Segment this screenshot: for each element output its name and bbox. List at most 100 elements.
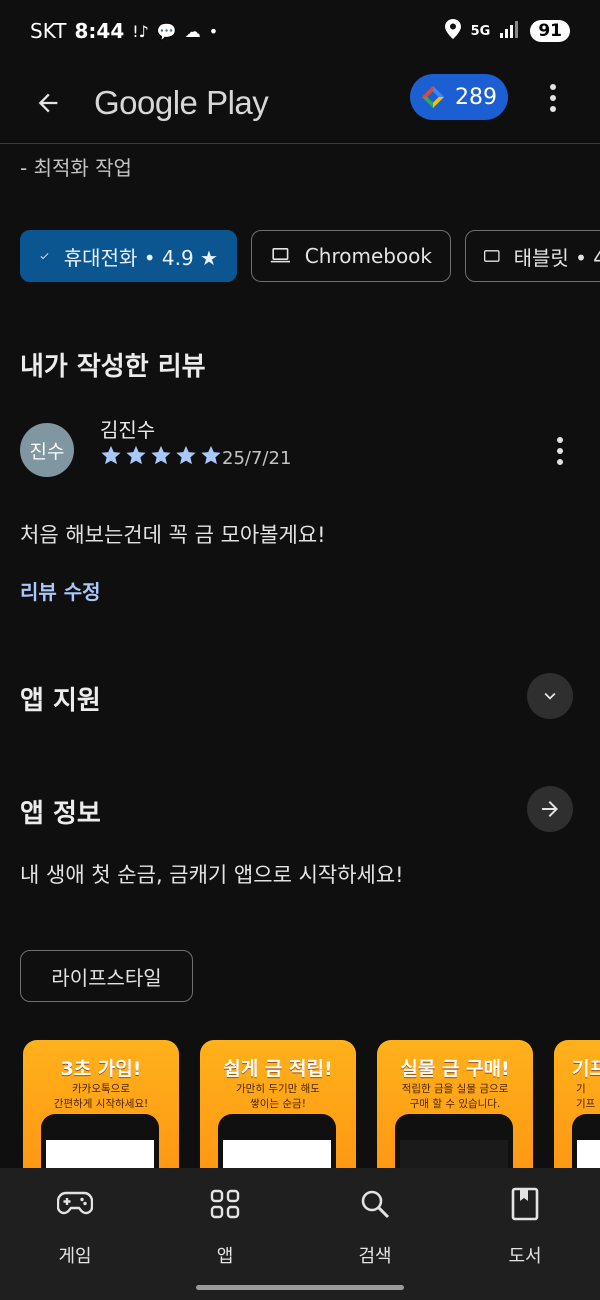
- signal-icon: [500, 20, 520, 42]
- clock: 8:44: [74, 19, 125, 43]
- app-description: 내 생애 첫 순금, 금캐기 앱으로 시작하세요!: [20, 863, 404, 887]
- screenshot-phone-mockup: [218, 1114, 336, 1170]
- screenshot-card[interactable]: 기프 기 기프: [554, 1040, 600, 1170]
- whats-new-line: - 최적화 작업: [20, 156, 132, 180]
- more-vert-icon-dot: [557, 459, 563, 465]
- screenshot-subtitle-line: 쌓이는 순금!: [250, 1098, 306, 1110]
- arrow-left-icon: [38, 93, 58, 112]
- review-date: 25/7/21: [222, 448, 292, 469]
- nav-apps-label: 앱: [216, 1246, 234, 1267]
- nav-search[interactable]: 검색: [325, 1184, 425, 1268]
- screenshot-title: 3초 가입!: [60, 1058, 142, 1080]
- screenshot-phone-screen: [400, 1140, 508, 1170]
- rating-stars: [100, 444, 222, 466]
- notification-icon: !♪: [132, 21, 149, 41]
- screenshot-title: 기프: [572, 1058, 600, 1080]
- star-icon: [151, 445, 171, 465]
- check-icon: [40, 253, 49, 260]
- avatar: 진수: [20, 423, 74, 477]
- laptop-icon: [270, 248, 290, 263]
- play-points-button[interactable]: 289: [410, 74, 508, 120]
- avatar-text: 진수: [29, 440, 65, 463]
- book-icon: [511, 1187, 539, 1221]
- star-icon: [176, 445, 196, 465]
- more-options-button[interactable]: [538, 76, 568, 120]
- reviewer-name: 김진수: [100, 418, 156, 442]
- star-icon: [126, 445, 146, 465]
- app-info-heading: 앱 정보: [20, 799, 101, 829]
- screenshot-subtitle-line: 적립한 금을 실물 금으로: [401, 1083, 509, 1095]
- screenshot-subtitle: 가만히 두기만 해도쌓이는 순금!: [200, 1082, 356, 1112]
- network-type: 5G: [470, 23, 491, 39]
- screenshot-subtitle: 적립한 금을 실물 금으로구매 할 수 있습니다.: [377, 1082, 533, 1112]
- screenshot-subtitle-line: 카카오톡으로: [72, 1083, 130, 1095]
- app-info-button[interactable]: [527, 786, 573, 832]
- screenshot-title: 실물 금 구매!: [400, 1058, 510, 1080]
- carrier-label: SKT: [30, 19, 67, 43]
- app-title: Google Play: [94, 83, 269, 121]
- screenshot-subtitle-line: 구매 할 수 있습니다.: [409, 1098, 501, 1110]
- app-bar: Google Play 289: [0, 62, 600, 144]
- talk-icon: 💬: [156, 21, 177, 41]
- edit-review-link[interactable]: 리뷰 수정: [20, 576, 101, 605]
- screenshot-card[interactable]: 쉽게 금 적립! 가만히 두기만 해도쌓이는 순금!: [200, 1040, 356, 1170]
- battery-level: 91: [530, 20, 570, 42]
- app-support-expand-button[interactable]: [527, 673, 573, 719]
- my-review-heading: 내가 작성한 리뷰: [20, 352, 206, 382]
- more-notifications-icon: •: [208, 21, 219, 41]
- gamepad-icon: [57, 1191, 93, 1215]
- more-vert-icon: [550, 84, 556, 90]
- screenshot-phone-mockup: [41, 1114, 159, 1170]
- screenshot-phone-screen: [46, 1140, 154, 1170]
- screenshot-subtitle-line: 간편하게 시작하세요!: [53, 1098, 149, 1110]
- location-icon: [444, 19, 461, 43]
- star-icon: [201, 445, 221, 465]
- back-button[interactable]: [24, 79, 72, 127]
- star-icon: [101, 445, 121, 465]
- nav-games-label: 게임: [58, 1246, 92, 1267]
- more-vert-icon-dot: [557, 448, 563, 454]
- apps-grid-icon: [210, 1189, 240, 1219]
- screenshot-card[interactable]: 3초 가입! 카카오톡으로간편하게 시작하세요!: [23, 1040, 179, 1170]
- chip-chromebook[interactable]: Chromebook: [251, 230, 451, 282]
- play-points-icon: [422, 86, 444, 108]
- points-count: 289: [455, 84, 497, 110]
- screenshot-phone-mockup: [395, 1114, 513, 1170]
- screenshot-title: 쉽게 금 적립!: [223, 1058, 333, 1080]
- arrow-right-icon: [542, 801, 558, 817]
- category-chip[interactable]: 라이프스타일: [20, 950, 193, 1002]
- app-support-heading: 앱 지원: [20, 686, 101, 716]
- chevron-down-icon: [544, 692, 556, 700]
- search-icon: [361, 1190, 390, 1219]
- nav-search-label: 검색: [358, 1246, 392, 1267]
- home-indicator[interactable]: [196, 1285, 404, 1290]
- nav-games[interactable]: 게임: [25, 1184, 125, 1268]
- screenshot-phone-screen: [577, 1140, 600, 1170]
- screenshot-subtitle: 기기프: [554, 1082, 600, 1112]
- chip-tablet[interactable]: 태블릿 • 4: [465, 230, 600, 282]
- more-vert-icon-dot: [550, 95, 556, 101]
- nav-books-label: 도서: [508, 1246, 542, 1267]
- more-vert-icon-dot: [550, 106, 556, 112]
- chip-phone[interactable]: 휴대전화 • 4.9 ★: [20, 230, 237, 282]
- bottom-navigation: 게임 앱 검색 도서: [0, 1168, 600, 1300]
- screenshot-subtitle: 카카오톡으로간편하게 시작하세요!: [23, 1082, 179, 1112]
- tablet-icon: [484, 250, 500, 262]
- screenshot-card[interactable]: 실물 금 구매! 적립한 금을 실물 금으로구매 할 수 있습니다.: [377, 1040, 533, 1170]
- screenshot-phone-mockup: [572, 1114, 600, 1170]
- cloud-icon: ☁: [184, 21, 201, 41]
- review-text: 처음 해보는건데 꼭 금 모아볼게요!: [20, 523, 326, 547]
- screenshot-subtitle-line: 기: [576, 1083, 586, 1095]
- screenshot-subtitle-line: 가만히 두기만 해도: [236, 1083, 320, 1095]
- nav-books[interactable]: 도서: [475, 1184, 575, 1268]
- review-options-button[interactable]: [545, 433, 575, 469]
- chip-chromebook-label: Chromebook: [304, 244, 432, 268]
- screenshot-phone-screen: [223, 1140, 331, 1170]
- chip-tablet-label: 태블릿 • 4: [513, 245, 600, 270]
- screenshot-carousel[interactable]: 3초 가입! 카카오톡으로간편하게 시작하세요! 쉽게 금 적립! 가만히 두기…: [23, 1040, 600, 1170]
- more-vert-icon: [557, 437, 563, 443]
- nav-apps[interactable]: 앱: [175, 1184, 275, 1268]
- device-filter-chips: 휴대전화 • 4.9 ★ Chromebook 태블릿 • 4: [20, 230, 600, 282]
- screenshot-subtitle-line: 기프: [576, 1098, 596, 1110]
- status-bar: SKT 8:44 !♪ 💬 ☁ • 5G 91: [0, 0, 600, 62]
